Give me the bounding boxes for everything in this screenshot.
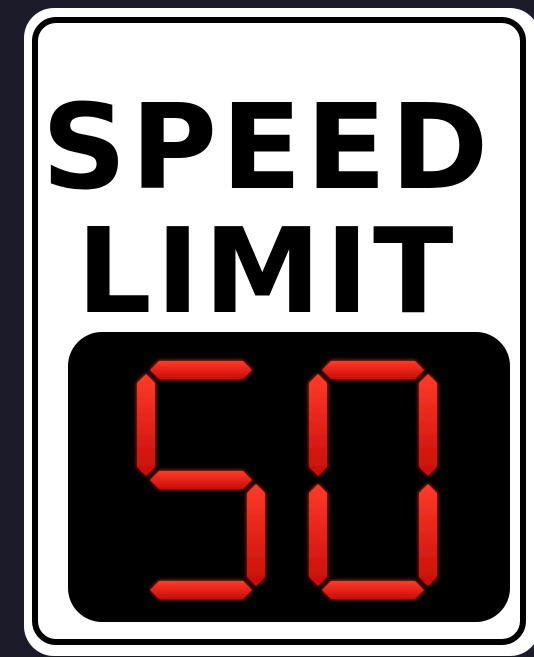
digit-2-segment-f (309, 374, 327, 476)
speed-digits (137, 361, 437, 599)
digit-1-segment-g (150, 471, 252, 489)
digit-2-segment-b (419, 374, 437, 476)
sign-title-speed: SPEED (41, 78, 493, 216)
digit-1-segment-c (247, 484, 265, 586)
digit-2-segment-a (322, 361, 424, 379)
image-background: SPEED LIMIT 50 (0, 0, 534, 657)
digit-2-segment-c (419, 484, 437, 586)
digit-2-segment-d (322, 581, 424, 599)
led-display-panel: 50 (68, 332, 510, 622)
digit-1-segment-a (150, 361, 252, 379)
digit-1-segment-d (150, 581, 252, 599)
sign-title-limit: LIMIT (76, 202, 458, 340)
seven-segment-display (137, 361, 437, 599)
digit-2-segment-e (309, 484, 327, 586)
digit-1-segment-f (137, 374, 155, 476)
